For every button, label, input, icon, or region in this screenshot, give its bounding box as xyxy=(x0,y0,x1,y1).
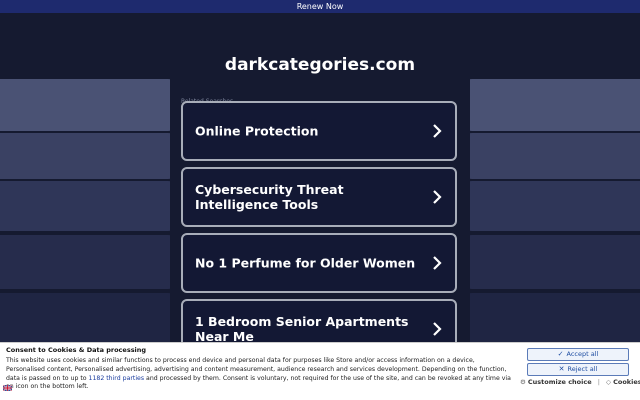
third-parties-link[interactable]: 1182 third parties xyxy=(89,375,145,382)
cookie-consent-title: Consent to Cookies & Data processing xyxy=(6,346,147,354)
decor-band xyxy=(0,133,190,179)
close-icon: ✕ xyxy=(558,365,565,373)
cookie-consent-text: This website uses cookies and similar fu… xyxy=(6,357,511,392)
reject-all-button[interactable]: ✕ Reject all xyxy=(527,363,629,376)
decor-band xyxy=(450,181,640,231)
gear-icon: ⚙ xyxy=(520,378,526,386)
check-icon: ✓ xyxy=(557,350,564,358)
accept-all-button[interactable]: ✓ Accept all xyxy=(527,348,629,361)
search-card-label: Online Protection xyxy=(195,123,319,139)
cookies-link[interactable]: Cookies xyxy=(613,378,640,386)
decor-band xyxy=(0,235,190,289)
accept-all-label: Accept all xyxy=(566,350,599,358)
decor-band xyxy=(450,235,640,289)
decor-band xyxy=(450,79,640,131)
chevron-right-icon xyxy=(433,190,442,204)
cookie-consent-banner: Consent to Cookies & Data processing Thi… xyxy=(0,342,640,400)
renew-now-banner[interactable]: Renew Now xyxy=(0,0,640,13)
cookie-links: ⚙ Customize choice | ◇ Cookies xyxy=(520,378,640,386)
chevron-right-icon xyxy=(433,322,442,336)
decor-band xyxy=(0,181,190,231)
link-separator: | xyxy=(597,378,600,386)
decor-band xyxy=(450,133,640,179)
customize-choice-link[interactable]: Customize choice xyxy=(528,378,592,386)
search-card-cybersecurity[interactable]: Cybersecurity Threat Intelligence Tools xyxy=(181,167,457,227)
search-card-label: Cybersecurity Threat Intelligence Tools xyxy=(195,182,344,212)
site-domain-title: darkcategories.com xyxy=(224,55,416,75)
cookie-icon: ◇ xyxy=(606,378,611,386)
uk-flag-icon[interactable] xyxy=(3,385,12,391)
search-card-perfume[interactable]: No 1 Perfume for Older Women xyxy=(181,233,457,293)
reject-all-label: Reject all xyxy=(567,365,598,373)
search-card-online-protection[interactable]: Online Protection xyxy=(181,101,457,161)
renew-now-link[interactable]: Renew Now xyxy=(297,2,344,11)
chevron-right-icon xyxy=(433,256,442,270)
chevron-right-icon xyxy=(433,124,442,138)
search-card-label: No 1 Perfume for Older Women xyxy=(195,255,416,271)
search-card-label: 1 Bedroom Senior Apartments Near Me xyxy=(195,314,409,344)
decor-band xyxy=(0,79,190,131)
